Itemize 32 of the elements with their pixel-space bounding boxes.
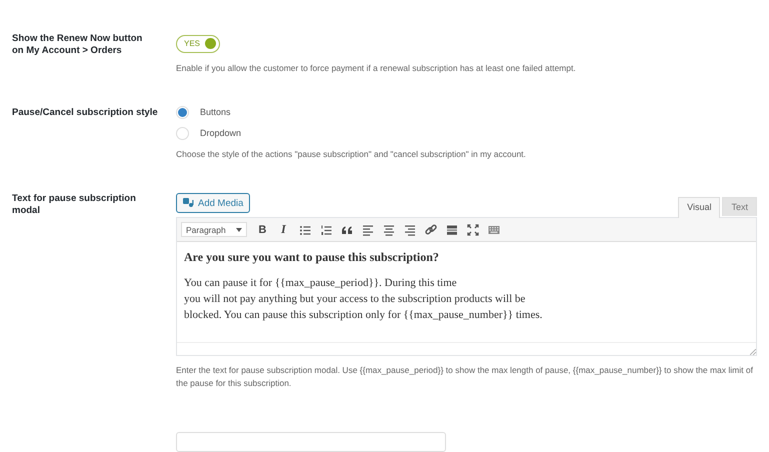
setting-label: Show the Renew Now button on My Account > Orders (12, 33, 144, 57)
modal-heading: Are you sure you want to pause this subscription? (184, 250, 440, 265)
bullet-list-icon[interactable] (298, 224, 310, 236)
align-right-icon[interactable] (404, 224, 416, 236)
numbered-list-icon[interactable] (320, 224, 332, 236)
radio-button[interactable] (176, 106, 189, 119)
fullscreen-icon[interactable] (466, 224, 478, 236)
modal-body-text: You can pause it for {{max_pause_period}}. During this time you will not pay anything but your access to the subscription products will be blocked. You can pause this subscription only for {{max_pause_number}} times. (184, 276, 544, 323)
align-left-icon[interactable] (362, 224, 374, 236)
read-more-icon[interactable] (446, 224, 458, 236)
setting-description: Enter the text for pause subscription modal. Use {{max_pause_period}} to show the max length of pause, {{max_pause_number}} to show the max limit of the pause for this subscription. (176, 364, 754, 390)
input-field[interactable] (176, 432, 446, 452)
radio-label: Buttons (200, 107, 231, 118)
radio-button[interactable] (176, 126, 189, 140)
italic-button[interactable]: I (274, 221, 293, 238)
format-select[interactable]: Paragraph (181, 222, 247, 237)
setting-description: Enable if you allow the customer to force payment if a renewal subscription has at least one failed attempt. (176, 62, 577, 74)
keyboard-icon[interactable] (488, 224, 500, 236)
editor-tab[interactable]: Text (722, 197, 757, 216)
media-icon (183, 198, 194, 208)
radio-label: Dropdown (200, 128, 242, 138)
setting-label: Text for pause subscription modal (12, 193, 137, 217)
resize-handle-icon[interactable] (750, 349, 756, 355)
bold-button[interactable]: B (253, 221, 272, 238)
setting-description: Choose the style of the actions "pause subscription" and "cancel subscription" in my account. (176, 148, 527, 161)
link-icon[interactable] (424, 224, 436, 236)
caret-icon (236, 228, 242, 232)
setting-label: Pause/Cancel subscription style (12, 106, 159, 119)
editor-tab[interactable]: Visual (678, 197, 720, 218)
quote-icon[interactable] (340, 224, 352, 236)
add-media-button[interactable]: Add Media (176, 193, 250, 213)
align-center-icon[interactable] (382, 224, 394, 236)
